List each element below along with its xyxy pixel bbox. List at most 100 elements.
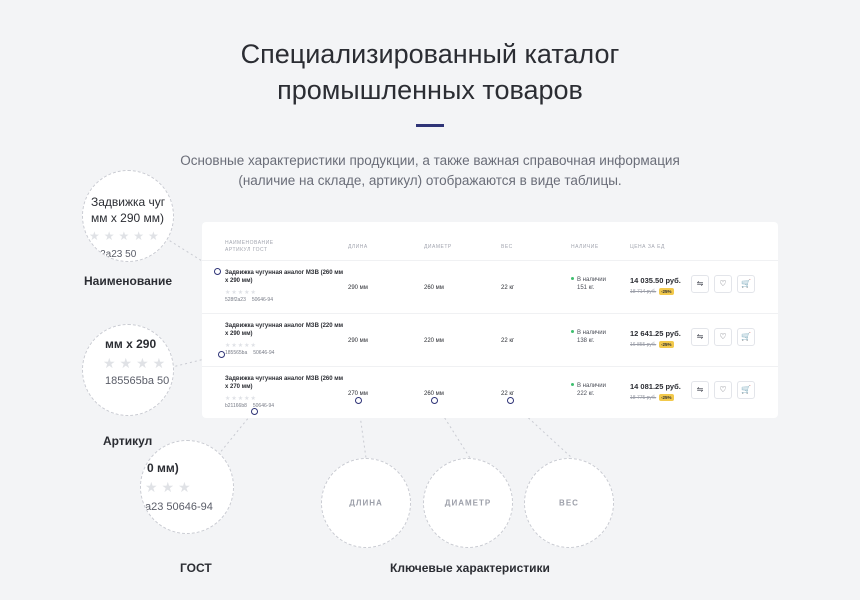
product-codes: 528f2a23 50646-94 xyxy=(225,297,279,303)
product-table: НАИМЕНОВАНИЕ АРТИКУЛ ГОСТ ДЛИНА ДИАМЕТР … xyxy=(202,222,778,418)
rating-stars[interactable]: ★★★★★ xyxy=(225,289,257,296)
col-weight[interactable]: ВЕС xyxy=(501,244,513,250)
marker-diameter xyxy=(431,397,438,404)
favorite-button[interactable]: ♡ xyxy=(714,275,732,293)
zoom-sku: мм х 290 ★★★★ 185565ba 50 xyxy=(82,324,174,416)
heart-icon: ♡ xyxy=(719,279,727,288)
cart-icon: 🛒 xyxy=(741,279,751,288)
zoom-name-text1: Задвижка чуг xyxy=(91,195,166,209)
stock-qty: 151 кг. xyxy=(577,285,595,291)
zoom-name-code: 912a23 50 xyxy=(89,249,137,260)
favorite-button[interactable]: ♡ xyxy=(714,328,732,346)
product-sku: 528f2a23 xyxy=(225,297,246,303)
stock-status: В наличии xyxy=(577,383,607,389)
cart-icon: 🛒 xyxy=(741,385,751,394)
table-row[interactable]: Задвижка чугунная аналог МЗВ (220 мм х 2… xyxy=(202,313,778,365)
col-stock[interactable]: НАЛИЧИЕ xyxy=(571,244,599,250)
cart-icon: 🛒 xyxy=(741,332,751,341)
add-to-cart-button[interactable]: 🛒 xyxy=(737,381,755,399)
product-sku: 185565ba xyxy=(225,350,248,356)
caption-name: Наименование xyxy=(84,274,173,288)
discount-badge: -25% xyxy=(659,288,674,295)
in-stock-dot-icon xyxy=(571,383,574,386)
col-name[interactable]: НАИМЕНОВАНИЕ xyxy=(225,240,274,246)
marker-name xyxy=(214,268,221,275)
zoom-gost-stars: ★★★ xyxy=(145,479,195,495)
product-name[interactable]: Задвижка чугунная аналог МЗВ (260 мм х 2… xyxy=(225,269,345,285)
old-price: 18 775 руб. xyxy=(630,395,657,401)
old-price: 18 714 руб. xyxy=(630,289,657,295)
cell-stock: В наличии 222 кг. xyxy=(571,382,606,398)
old-price: 16 855 руб. xyxy=(630,342,657,348)
cell-weight: 22 кг xyxy=(501,285,515,291)
marker-sku xyxy=(218,351,225,358)
cell-diameter: 220 мм xyxy=(424,338,444,344)
product-gost: 50646-94 xyxy=(253,350,275,356)
zoom-diameter-label: ДИАМЕТР xyxy=(444,498,492,508)
col-length[interactable]: ДЛИНА xyxy=(348,244,368,250)
zoom-length-label: ДЛИНА xyxy=(349,498,383,508)
compare-button[interactable]: ⇋ xyxy=(691,328,709,346)
in-stock-dot-icon xyxy=(571,277,574,280)
zoom-weight: ВЕС xyxy=(524,458,614,548)
cell-length: 290 мм xyxy=(348,338,368,344)
price: 14 035.50 руб. xyxy=(630,276,681,285)
add-to-cart-button[interactable]: 🛒 xyxy=(737,328,755,346)
col-price[interactable]: ЦЕНА ЗА ЕД xyxy=(630,244,665,250)
stock-status: В наличии xyxy=(577,277,607,283)
zoom-weight-label: ВЕС xyxy=(559,498,579,508)
table-header: НАИМЕНОВАНИЕ АРТИКУЛ ГОСТ ДЛИНА ДИАМЕТР … xyxy=(202,240,778,260)
zoom-name-stars: ★★★★★ xyxy=(89,229,163,243)
table-row[interactable]: Задвижка чугунная аналог МЗВ (260 мм х 2… xyxy=(202,260,778,312)
stock-status: В наличии xyxy=(577,330,607,336)
stock-qty: 138 кг. xyxy=(577,338,595,344)
rating-stars[interactable]: ★★★★★ xyxy=(225,395,257,402)
cell-stock: В наличии 151 кг. xyxy=(571,276,606,292)
compare-icon: ⇋ xyxy=(696,279,704,288)
caption-key: Ключевые характеристики xyxy=(390,561,550,575)
heart-icon: ♡ xyxy=(719,332,727,341)
product-name[interactable]: Задвижка чугунная аналог МЗВ (220 мм х 2… xyxy=(225,322,345,338)
discount-badge: -25% xyxy=(659,394,674,401)
marker-weight xyxy=(507,397,514,404)
cell-weight: 22 кг xyxy=(501,391,515,397)
product-gost: 50646-94 xyxy=(251,297,273,303)
price: 14 081.25 руб. xyxy=(630,382,681,391)
discount-badge: -25% xyxy=(659,341,674,348)
cell-diameter: 260 мм xyxy=(424,285,444,291)
zoom-name: Задвижка чуг мм х 290 мм) ★★★★★ 912a23 5… xyxy=(82,170,174,262)
in-stock-dot-icon xyxy=(571,330,574,333)
zoom-name-text2: мм х 290 мм) xyxy=(91,211,165,225)
price: 12 641.25 руб. xyxy=(630,329,681,338)
compare-button[interactable]: ⇋ xyxy=(691,275,709,293)
rating-stars[interactable]: ★★★★★ xyxy=(225,342,257,349)
col-diameter[interactable]: ДИАМЕТР xyxy=(424,244,452,250)
heart-icon: ♡ xyxy=(719,385,727,394)
zoom-gost-text1: 0 мм) xyxy=(147,461,179,475)
caption-gost: ГОСТ xyxy=(180,561,212,575)
compare-icon: ⇋ xyxy=(696,385,704,394)
product-sku: b21166b8 xyxy=(225,403,247,409)
zoom-sku-code: 185565ba 50 xyxy=(105,375,170,387)
add-to-cart-button[interactable]: 🛒 xyxy=(737,275,755,293)
cell-weight: 22 кг xyxy=(501,338,515,344)
favorite-button[interactable]: ♡ xyxy=(714,381,732,399)
zoom-gost: 0 мм) ★★★ a23 50646-94 xyxy=(140,440,234,534)
stock-qty: 222 кг. xyxy=(577,391,595,397)
caption-sku: Артикул xyxy=(103,434,153,448)
product-name[interactable]: Задвижка чугунная аналог МЗВ (260 мм х 2… xyxy=(225,375,345,391)
compare-icon: ⇋ xyxy=(696,332,704,341)
zoom-sku-text1: мм х 290 xyxy=(105,337,157,351)
marker-gost xyxy=(251,408,258,415)
cell-stock: В наличии 138 кг. xyxy=(571,329,606,345)
zoom-gost-code: a23 50646-94 xyxy=(145,501,213,513)
cell-length: 290 мм xyxy=(348,285,368,291)
compare-button[interactable]: ⇋ xyxy=(691,381,709,399)
zoom-sku-stars: ★★★★ xyxy=(103,355,170,371)
table-row[interactable]: Задвижка чугунная аналог МЗВ (260 мм х 2… xyxy=(202,366,778,418)
col-sku-gost: АРТИКУЛ ГОСТ xyxy=(225,247,268,253)
product-codes: 185565ba 50646-94 xyxy=(225,350,280,356)
zoom-length: ДЛИНА xyxy=(321,458,411,548)
zoom-diameter: ДИАМЕТР xyxy=(423,458,513,548)
marker-length xyxy=(355,397,362,404)
